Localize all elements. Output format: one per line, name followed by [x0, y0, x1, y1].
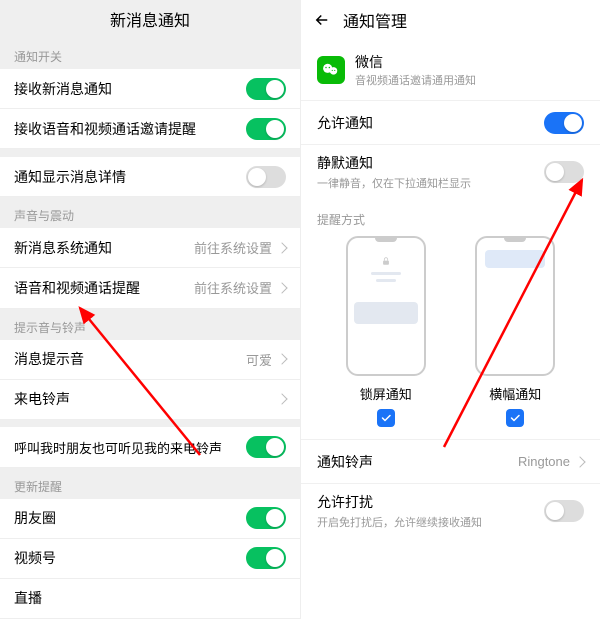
section-switch: 通知开关 [0, 38, 300, 69]
right-header: 通知管理 [301, 0, 600, 40]
right-header-title: 通知管理 [343, 8, 600, 32]
row-label: 朋友圈 [14, 508, 246, 528]
chevron-right-icon [276, 353, 287, 364]
left-header: 新消息通知 [0, 0, 300, 38]
chevron-right-icon [276, 394, 287, 405]
row-receive-av[interactable]: 接收语音和视频通话邀请提醒 [0, 109, 300, 149]
checkbox-lockscreen[interactable] [377, 409, 395, 427]
row-label: 直播 [14, 588, 286, 608]
left-header-title: 新消息通知 [110, 7, 190, 31]
mode-lockscreen[interactable]: 锁屏通知 [346, 236, 426, 427]
app-info-row: 微信 音视频通话邀请通用通知 [301, 40, 600, 100]
lock-icon [381, 256, 391, 266]
section-update: 更新提醒 [0, 468, 300, 499]
chevron-right-icon [276, 242, 287, 253]
row-receive-new[interactable]: 接收新消息通知 [0, 69, 300, 109]
row-label: 语音和视频通话提醒 [14, 278, 194, 298]
row-value: Ringtone [518, 454, 570, 469]
toggle-receive-av[interactable] [246, 118, 286, 140]
row-label: 静默通知 [317, 153, 544, 173]
row-moments[interactable]: 朋友圈 [0, 499, 300, 539]
row-label: 消息提示音 [14, 349, 246, 369]
phone-mockup-lockscreen [346, 236, 426, 376]
toggle-call-visible[interactable] [246, 436, 286, 458]
wechat-icon [317, 56, 345, 84]
section-tone: 提示音与铃声 [0, 309, 300, 340]
app-name: 微信 [355, 52, 476, 72]
mode-options: 锁屏通知 横幅通知 [301, 232, 600, 427]
row-label: 来电铃声 [14, 389, 278, 409]
row-sub: 一律静音，仅在下拉通知栏显示 [317, 175, 544, 191]
phone-mockup-banner [475, 236, 555, 376]
mode-banner[interactable]: 横幅通知 [475, 236, 555, 427]
row-label: 接收语音和视频通话邀请提醒 [14, 119, 246, 139]
toggle-dnd[interactable] [544, 500, 584, 522]
checkbox-banner[interactable] [506, 409, 524, 427]
app-sub: 音视频通话邀请通用通知 [355, 72, 476, 88]
row-show-detail[interactable]: 通知显示消息详情 [0, 157, 300, 197]
row-label: 视频号 [14, 548, 246, 568]
section-sound: 声音与震动 [0, 197, 300, 228]
row-sys-notify[interactable]: 新消息系统通知 前往系统设置 [0, 228, 300, 268]
row-ringtone-setting[interactable]: 通知铃声 Ringtone [301, 439, 600, 483]
mode-label: 横幅通知 [489, 384, 541, 403]
row-silent[interactable]: 静默通知 一律静音，仅在下拉通知栏显示 [301, 144, 600, 199]
chevron-right-icon [276, 282, 287, 293]
section-mode: 提醒方式 [301, 199, 600, 232]
row-call-visible[interactable]: 呼叫我时朋友也可听见我的来电铃声 [0, 427, 300, 467]
toggle-show-detail[interactable] [246, 166, 286, 188]
toggle-moments[interactable] [246, 507, 286, 529]
toggle-allow[interactable] [544, 112, 584, 134]
row-value: 前往系统设置 [194, 278, 272, 297]
mode-label: 锁屏通知 [360, 384, 412, 403]
row-value: 可爱 [246, 350, 272, 369]
row-sub: 开启免打扰后，允许继续接收通知 [317, 514, 544, 530]
row-label: 新消息系统通知 [14, 238, 194, 258]
right-pane: 通知管理 微信 音视频通话邀请通用通知 允许通知 静默通知 一律静音，仅在下拉通… [300, 0, 600, 619]
row-av-remind[interactable]: 语音和视频通话提醒 前往系统设置 [0, 268, 300, 308]
toggle-channels[interactable] [246, 547, 286, 569]
back-icon[interactable] [313, 11, 331, 29]
row-allow-notify[interactable]: 允许通知 [301, 100, 600, 144]
row-ringtone[interactable]: 来电铃声 [0, 380, 300, 420]
row-dnd[interactable]: 允许打扰 开启免打扰后，允许继续接收通知 [301, 483, 600, 538]
row-label: 呼叫我时朋友也可听见我的来电铃声 [14, 438, 246, 457]
row-channels[interactable]: 视频号 [0, 539, 300, 579]
row-label: 允许打扰 [317, 492, 544, 512]
row-label: 接收新消息通知 [14, 79, 246, 99]
toggle-silent[interactable] [544, 161, 584, 183]
row-value: 前往系统设置 [194, 238, 272, 257]
chevron-right-icon [574, 456, 585, 467]
toggle-receive-new[interactable] [246, 78, 286, 100]
row-label: 允许通知 [317, 113, 544, 133]
row-label: 通知铃声 [317, 452, 518, 472]
row-label: 通知显示消息详情 [14, 167, 246, 187]
row-live[interactable]: 直播 [0, 579, 300, 619]
row-msg-tone[interactable]: 消息提示音 可爱 [0, 340, 300, 380]
left-pane: 新消息通知 通知开关 接收新消息通知 接收语音和视频通话邀请提醒 通知显示消息详… [0, 0, 300, 619]
